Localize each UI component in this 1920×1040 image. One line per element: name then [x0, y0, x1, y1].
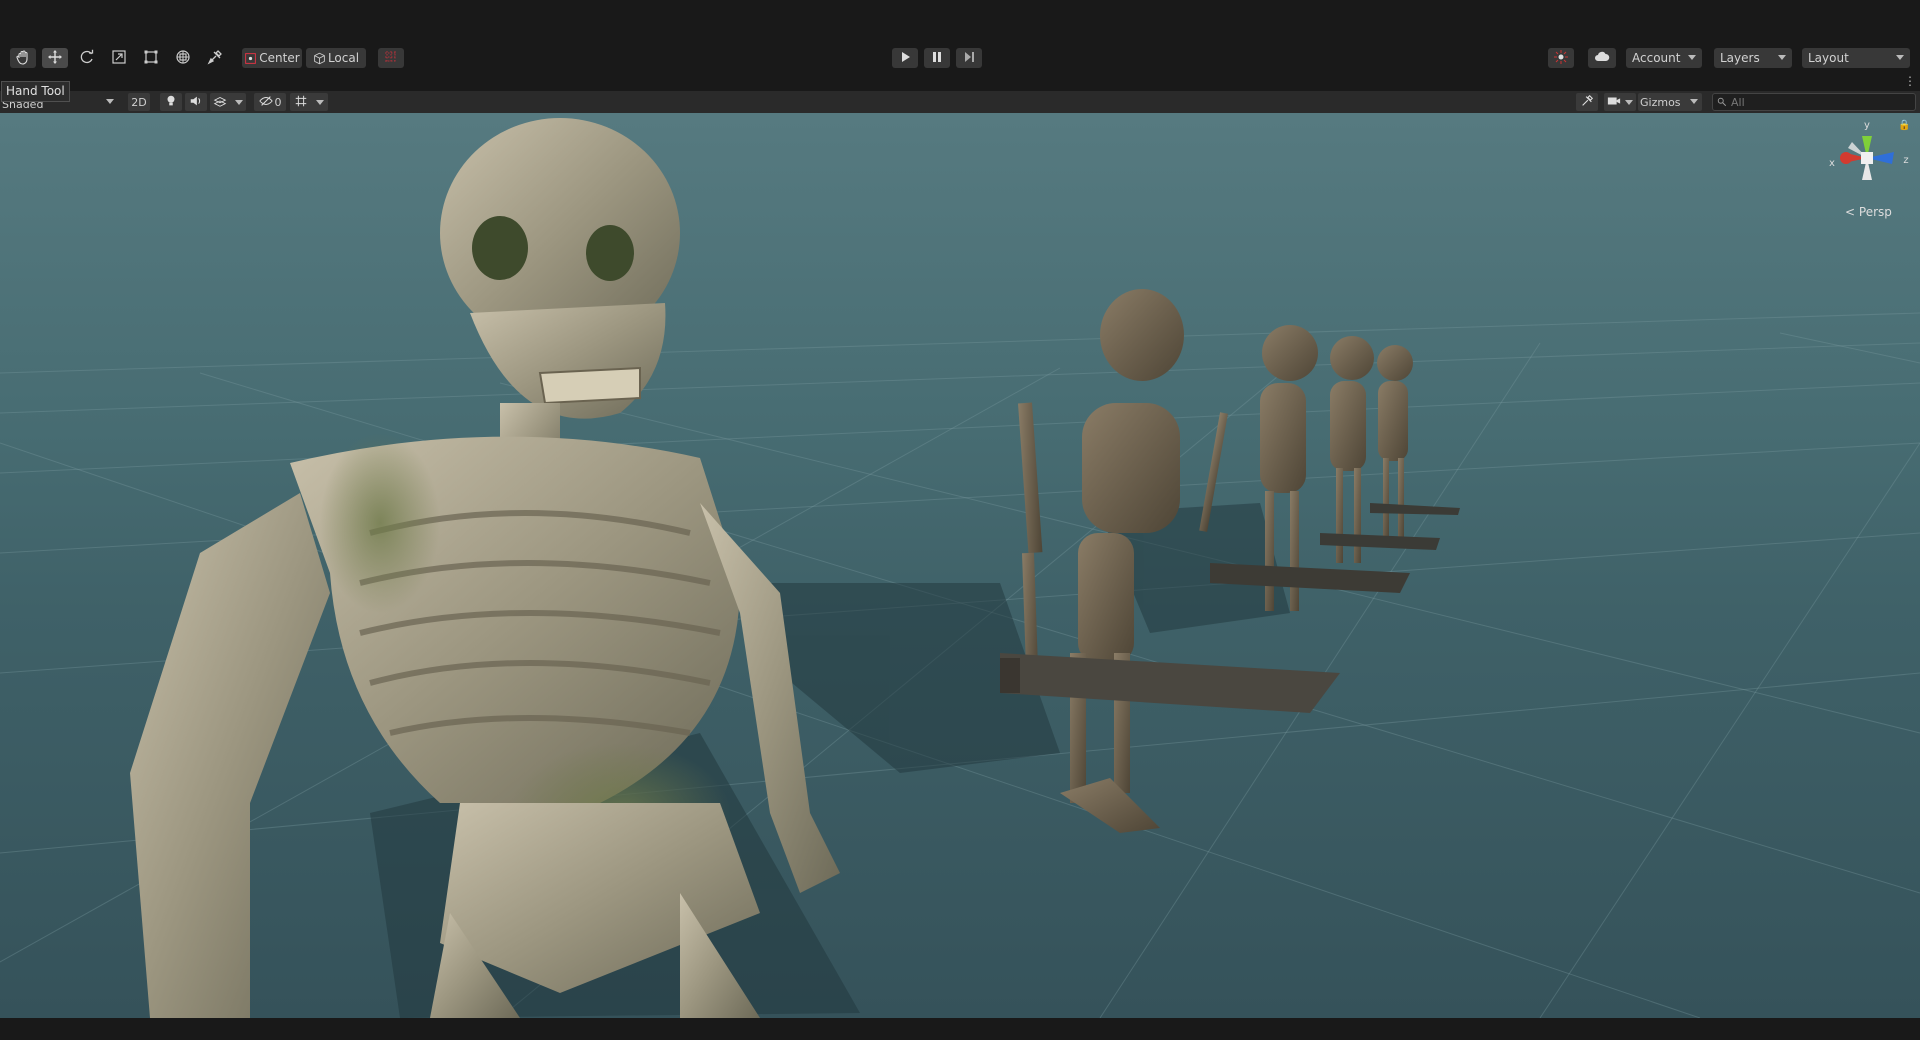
move-icon	[47, 49, 63, 68]
hidden-count: 0	[274, 95, 282, 109]
step-button[interactable]	[956, 48, 982, 68]
gizmo-y-label: y	[1864, 120, 1870, 131]
chevron-down-icon	[1690, 99, 1698, 104]
title-bar	[0, 0, 1920, 44]
play-icon	[897, 49, 913, 68]
gizmos-label: Gizmos	[1640, 95, 1681, 109]
chevron-down-icon	[1778, 55, 1786, 60]
tools-icon	[1580, 94, 1594, 111]
lightbulb-icon	[164, 94, 178, 111]
hand-tool-button[interactable]	[10, 48, 36, 68]
grid-visibility-dropdown[interactable]	[290, 93, 328, 111]
search-placeholder: All	[1731, 95, 1745, 109]
scene-viewport[interactable]: y x z 🔒 < Persp	[0, 113, 1920, 1018]
speaker-icon	[189, 94, 203, 111]
transform-tool-button[interactable]	[170, 48, 196, 68]
layout-dropdown[interactable]: Layout	[1802, 48, 1910, 68]
chevron-down-icon	[235, 99, 243, 105]
play-button[interactable]	[892, 48, 918, 68]
transform-icon	[175, 49, 191, 68]
grid-snap-button[interactable]	[378, 48, 404, 68]
grid-snap-icon	[383, 49, 399, 68]
cloud-icon	[1594, 49, 1610, 68]
chevron-down-icon	[1896, 55, 1904, 60]
account-label: Account	[1632, 51, 1681, 65]
projection-label: Persp	[1858, 205, 1892, 219]
layout-label: Layout	[1808, 51, 1849, 65]
search-icon	[1717, 97, 1727, 107]
chevron-down-icon	[1688, 55, 1696, 60]
pause-icon	[929, 49, 945, 68]
scale-tool-button[interactable]	[106, 48, 132, 68]
scene-search-input[interactable]: All	[1712, 93, 1916, 111]
pivot-icon	[244, 52, 257, 65]
effects-dropdown[interactable]	[210, 93, 246, 111]
hand-tool-tooltip: Hand Tool	[1, 81, 70, 102]
custom-tool-icon	[207, 49, 223, 68]
skeleton-foreground	[130, 118, 840, 1018]
effects-icon	[213, 94, 227, 111]
layers-dropdown[interactable]: Layers	[1714, 48, 1792, 68]
scene-tools-button[interactable]	[1576, 93, 1598, 111]
hand-icon	[15, 49, 31, 68]
collab-button[interactable]	[1548, 48, 1574, 68]
custom-tool-button[interactable]	[202, 48, 228, 68]
scale-icon	[111, 49, 127, 68]
rotate-icon	[79, 49, 95, 68]
toggle-2d-button[interactable]: 2D	[128, 93, 150, 111]
account-dropdown[interactable]: Account	[1626, 48, 1702, 68]
pivot-local-toggle[interactable]: Local	[306, 48, 366, 68]
move-tool-button[interactable]	[42, 48, 68, 68]
mode-2d-label: 2D	[131, 95, 147, 109]
scene-toolbar: Shaded 2D 0 Gizmos All	[0, 91, 1920, 114]
skeleton-far-4	[1370, 345, 1460, 538]
pivot-center-toggle[interactable]: Center	[242, 48, 302, 68]
cloud-button[interactable]	[1588, 48, 1616, 68]
pivot-center-label: Center	[259, 51, 300, 65]
gizmo-z-label: z	[1903, 155, 1908, 166]
main-toolbar: Center Local Account Layers Layout	[0, 44, 1920, 72]
camera-dropdown[interactable]	[1604, 93, 1636, 111]
more-options-icon[interactable]: ⋮	[1904, 74, 1916, 88]
pivot-local-label: Local	[327, 51, 360, 65]
chevron-down-icon	[1625, 99, 1633, 105]
chevron-left-icon: <	[1845, 205, 1856, 219]
audio-toggle[interactable]	[185, 93, 207, 111]
lock-icon[interactable]: 🔒	[1898, 120, 1910, 131]
pause-button[interactable]	[924, 48, 950, 68]
lighting-toggle[interactable]	[160, 93, 182, 111]
collab-icon	[1553, 49, 1569, 68]
rotate-tool-button[interactable]	[74, 48, 100, 68]
rect-tool-button[interactable]	[138, 48, 164, 68]
step-icon	[961, 49, 977, 68]
camera-icon	[1607, 94, 1621, 111]
scene-render	[0, 118, 1920, 1018]
chevron-down-icon	[316, 99, 324, 105]
cube-icon	[313, 52, 326, 65]
status-bar	[0, 1018, 1920, 1040]
eye-slash-icon	[258, 94, 273, 111]
layers-label: Layers	[1720, 51, 1760, 65]
gizmos-dropdown[interactable]: Gizmos	[1638, 93, 1702, 111]
grid-icon	[294, 94, 308, 111]
chevron-down-icon	[106, 99, 114, 104]
rect-tool-icon	[143, 49, 159, 68]
projection-toggle[interactable]: < Persp	[1845, 205, 1892, 219]
gizmo-x-label: x	[1829, 158, 1835, 169]
hidden-objects-toggle[interactable]: 0	[254, 93, 286, 111]
